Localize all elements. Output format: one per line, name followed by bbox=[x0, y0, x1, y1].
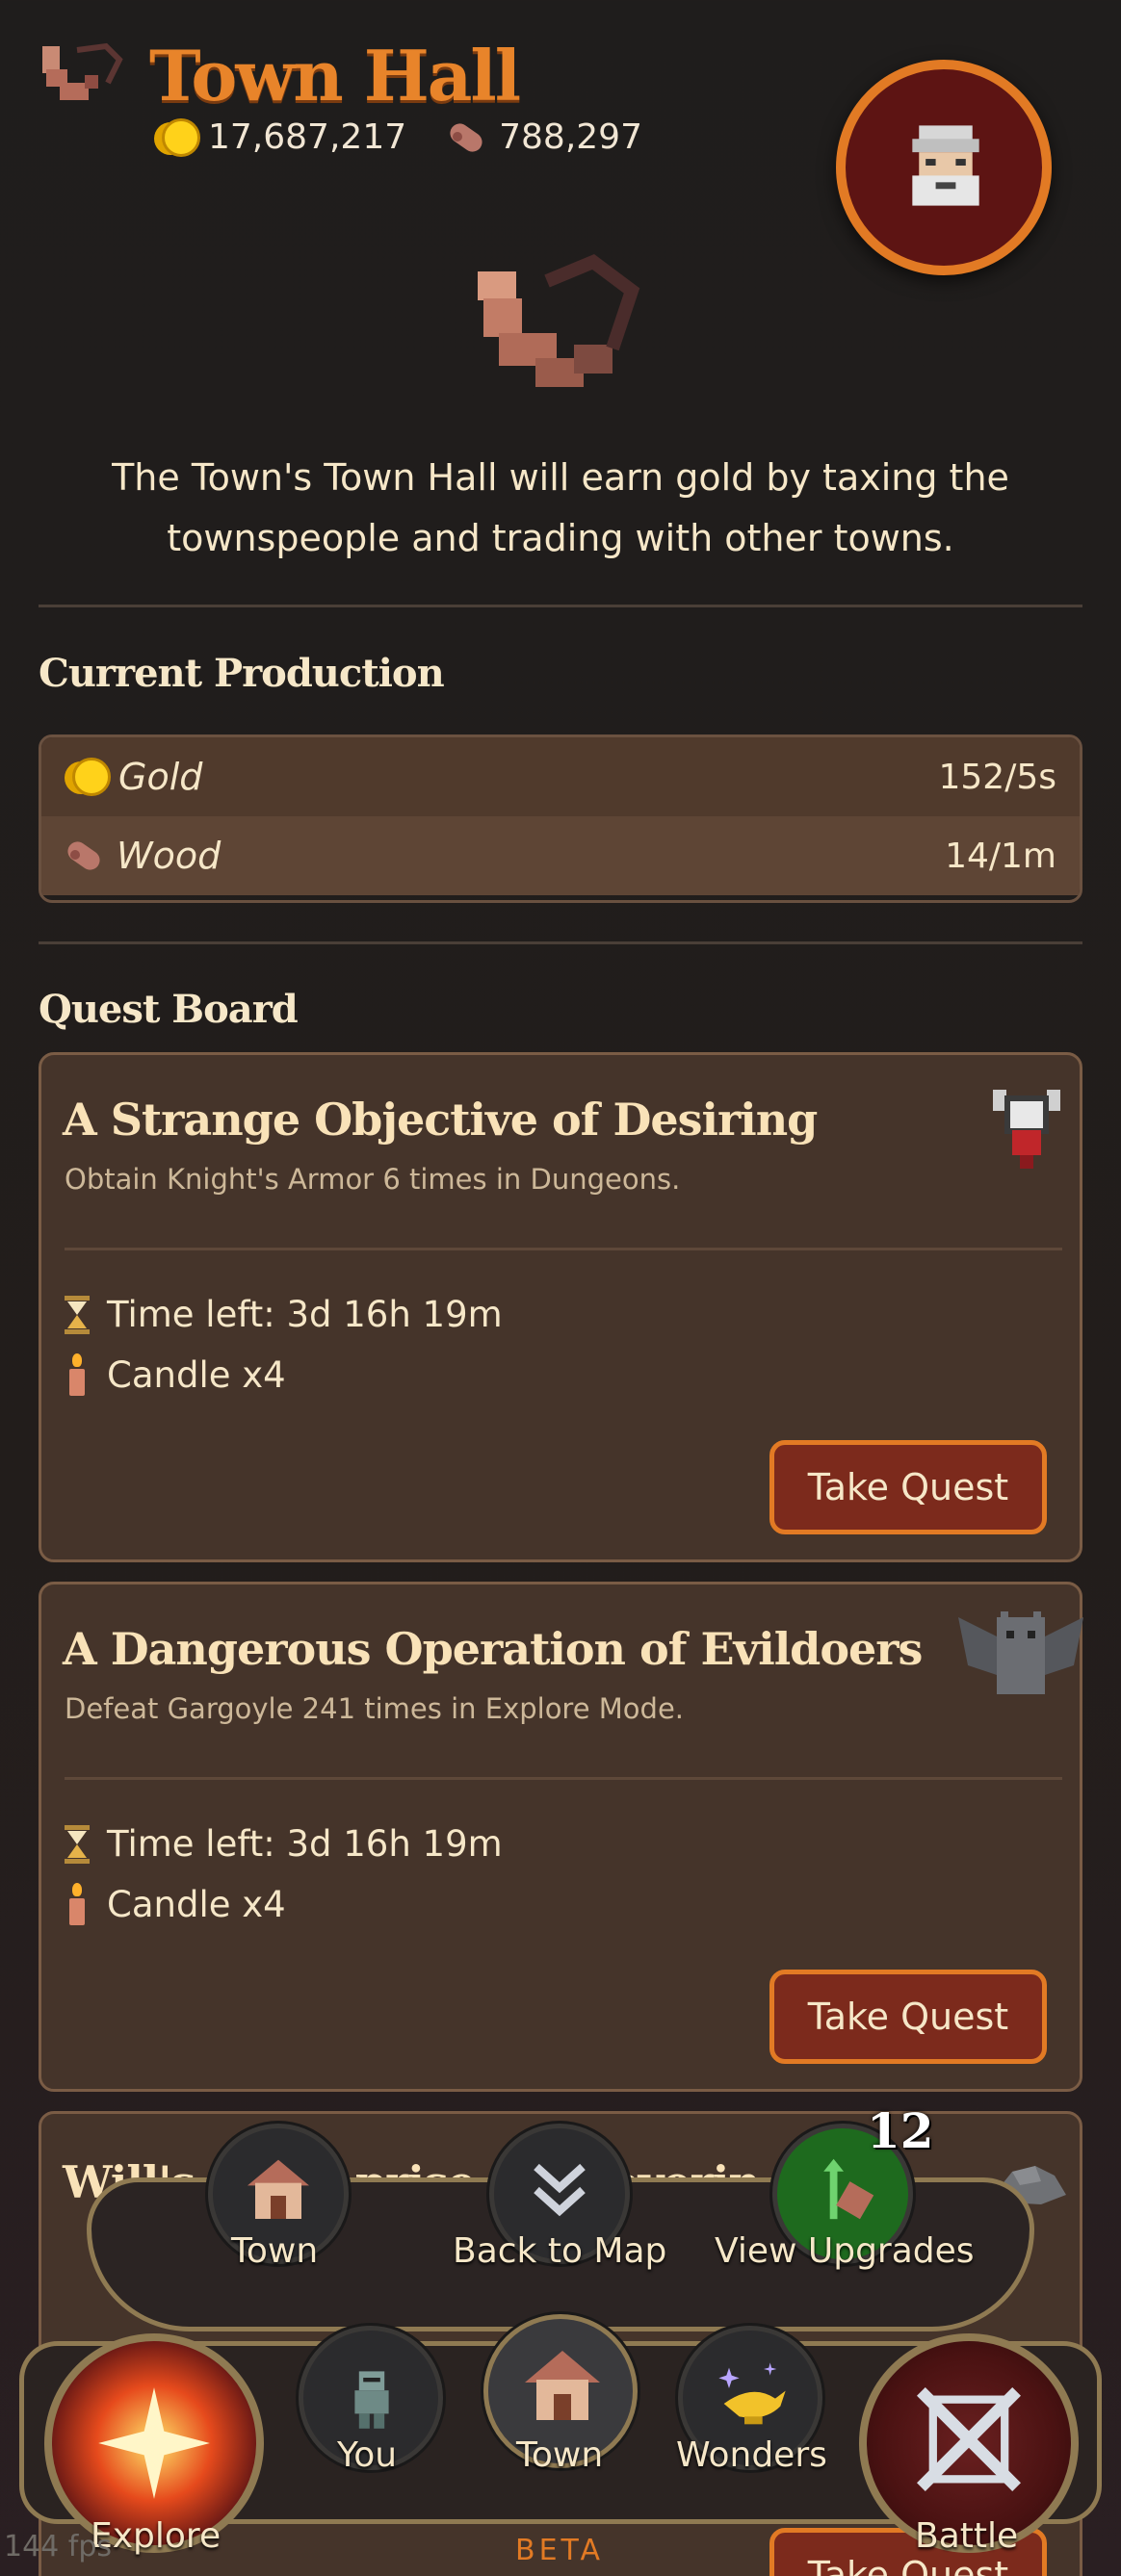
gold-amount: 17,687,217 bbox=[208, 117, 407, 157]
time-left-text: Time left: 3d 16h 19m bbox=[107, 1823, 503, 1865]
production-label: Wood bbox=[117, 835, 222, 877]
nav-label: View Upgrades bbox=[715, 2231, 975, 2271]
reward-text: Candle x4 bbox=[107, 1883, 286, 1925]
gold-coin-icon bbox=[65, 758, 111, 796]
divider bbox=[65, 1248, 1062, 1250]
quest-title: A Strange Objective of Desiring bbox=[63, 1094, 818, 1146]
magic-lamp-icon bbox=[718, 2362, 786, 2425]
quest-time-left: Time left: 3d 16h 19m bbox=[65, 1294, 503, 1335]
quest-reward: Candle x4 bbox=[65, 1883, 286, 1925]
quest-board-heading: Quest Board bbox=[39, 987, 299, 1032]
explosion-icon bbox=[98, 2387, 210, 2499]
production-value: 14/1m bbox=[945, 836, 1056, 876]
time-left-text: Time left: 3d 16h 19m bbox=[107, 1294, 503, 1335]
take-quest-button[interactable]: Take Quest bbox=[769, 1440, 1047, 1534]
house-icon bbox=[525, 2351, 600, 2420]
hourglass-icon bbox=[65, 1295, 90, 1334]
knight-armor-icon bbox=[993, 1090, 1060, 1169]
upgrade-arrow-icon bbox=[823, 2158, 874, 2220]
page-title: Town Hall bbox=[149, 35, 521, 116]
wood-amount: 788,297 bbox=[499, 117, 642, 157]
nav-label: You bbox=[337, 2435, 398, 2475]
production-heading: Current Production bbox=[39, 651, 445, 696]
town-hall-horn-icon bbox=[478, 254, 640, 387]
gold-coin-icon bbox=[154, 117, 200, 157]
old-man-face-icon bbox=[912, 125, 979, 206]
wood-log-icon bbox=[65, 840, 103, 871]
divider bbox=[65, 1777, 1062, 1780]
production-table: Gold 152/5s Wood 14/1m bbox=[39, 734, 1082, 903]
nav-label: Town bbox=[231, 2231, 319, 2271]
quest-title: A Dangerous Operation of Evildoers bbox=[63, 1623, 923, 1675]
nav-label: Town bbox=[516, 2435, 604, 2475]
building-description: The Town's Town Hall will earn gold by t… bbox=[112, 456, 1009, 559]
quest-card: A Strange Objective of Desiring Obtain K… bbox=[39, 1052, 1082, 1562]
quest-time-left: Time left: 3d 16h 19m bbox=[65, 1823, 503, 1865]
house-icon bbox=[248, 2159, 309, 2219]
wood-log-icon bbox=[447, 122, 485, 153]
profile-avatar[interactable] bbox=[836, 60, 1052, 275]
hourglass-icon bbox=[65, 1824, 90, 1864]
nav-label: Back to Map bbox=[453, 2231, 667, 2271]
quest-card: A Dangerous Operation of Evildoers Defea… bbox=[39, 1582, 1083, 2092]
quest-objective: Defeat Gargoyle 241 times in Explore Mod… bbox=[65, 1692, 685, 1725]
armored-hero-icon bbox=[354, 2371, 389, 2429]
nav-label: Battle bbox=[915, 2516, 1019, 2556]
divider bbox=[39, 941, 1082, 944]
divider bbox=[39, 605, 1082, 607]
chevron-down-double-icon bbox=[534, 2163, 586, 2217]
quest-objective: Obtain Knight's Armor 6 times in Dungeon… bbox=[65, 1163, 681, 1196]
candle-icon bbox=[65, 1883, 90, 1925]
production-row-gold: Gold 152/5s bbox=[41, 737, 1080, 816]
horn-icon bbox=[42, 42, 123, 100]
take-quest-button[interactable]: Take Quest bbox=[769, 1970, 1047, 2064]
quest-reward: Candle x4 bbox=[65, 1353, 286, 1396]
fps-counter: 144 fps bbox=[4, 2530, 113, 2563]
nav-label: Wonders bbox=[676, 2435, 827, 2475]
header: Town Hall 17,687,217 788,297 bbox=[0, 0, 1121, 289]
reward-text: Candle x4 bbox=[107, 1353, 286, 1396]
production-row-wood: Wood 14/1m bbox=[41, 816, 1080, 895]
upgrades-count-badge: 12 bbox=[867, 2102, 934, 2159]
gargoyle-icon bbox=[958, 1611, 1083, 1694]
resource-bar: 17,687,217 788,297 bbox=[154, 117, 642, 157]
production-label: Gold bbox=[118, 756, 203, 798]
beta-label: BETA bbox=[515, 2534, 605, 2567]
production-value: 152/5s bbox=[938, 757, 1056, 797]
candle-icon bbox=[65, 1353, 90, 1396]
crossed-swords-icon bbox=[917, 2387, 1021, 2491]
